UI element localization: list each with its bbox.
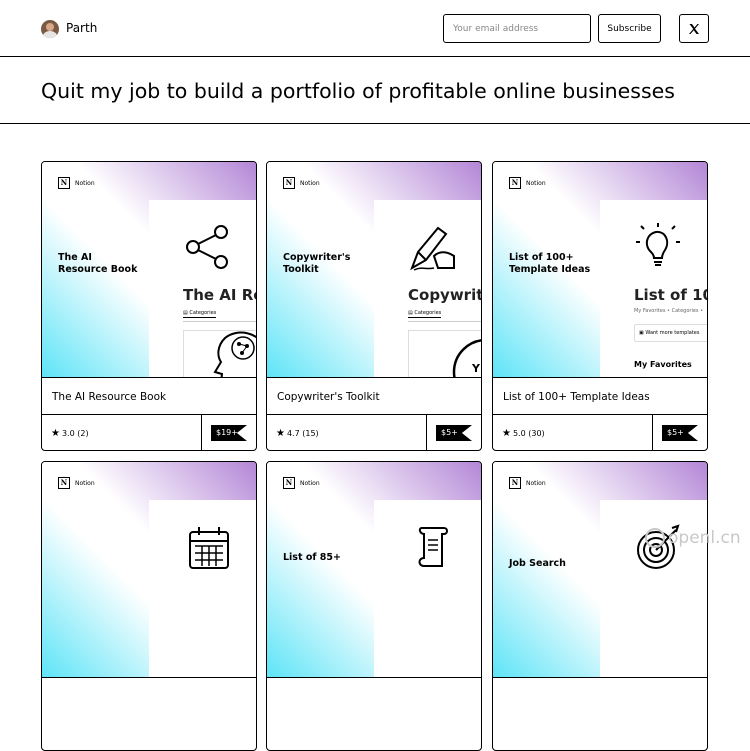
thumbnail-heading: List of 100+ Template Ideas bbox=[509, 252, 591, 275]
rating: ★ 3.0 (2) bbox=[51, 428, 89, 439]
doc-preview: List of 100+ My Favorites • Categories •… bbox=[600, 200, 707, 377]
doc-title: Copywrit bbox=[408, 286, 481, 304]
doc-tab-label: Categories bbox=[414, 310, 442, 316]
doc-preview: The AI Reso ▤ Categories bbox=[149, 200, 256, 377]
notion-brand: N Notion bbox=[58, 477, 95, 489]
typewriter-circle-icon: Y bbox=[452, 339, 481, 377]
price-tag: $5+ bbox=[436, 425, 472, 441]
product-card-template-ideas[interactable]: N Notion List of 100+ Template Ideas List… bbox=[492, 161, 708, 451]
price-box: $5+ bbox=[426, 415, 481, 450]
brand-label: Notion bbox=[526, 179, 546, 187]
creator-name[interactable]: Parth bbox=[66, 21, 97, 35]
price-box: $5+ bbox=[652, 415, 707, 450]
doc-preview bbox=[600, 500, 707, 677]
brand-label: Notion bbox=[526, 479, 546, 487]
doc-subheading: My Favorites bbox=[634, 360, 692, 369]
doc-preview bbox=[149, 500, 256, 677]
product-name[interactable]: Copywriter's Toolkit bbox=[277, 391, 380, 403]
doc-title: The AI Reso bbox=[183, 286, 256, 304]
notion-brand: N Notion bbox=[509, 477, 546, 489]
notion-logo-icon: N bbox=[58, 177, 70, 189]
brain-head-icon bbox=[213, 331, 256, 377]
price-box: $19+ bbox=[201, 415, 256, 450]
rating-value: 5.0 (30) bbox=[512, 429, 545, 438]
notion-logo-icon: N bbox=[509, 177, 521, 189]
price-tag: $19+ bbox=[211, 425, 247, 441]
star-icon: ★ bbox=[51, 428, 60, 439]
rating: ★ 5.0 (30) bbox=[502, 428, 545, 439]
doc-categories-tab: ▤ Categories bbox=[183, 310, 217, 318]
product-name-row[interactable]: The AI Resource Book bbox=[42, 378, 256, 415]
thumbnail-heading: Copywriter's Toolkit bbox=[283, 252, 351, 275]
rating-value: 4.7 (15) bbox=[286, 429, 319, 438]
product-thumbnail[interactable]: N Notion List of 85+ bbox=[267, 462, 481, 678]
site-header: Parth Subscribe bbox=[0, 0, 750, 57]
avatar[interactable] bbox=[41, 20, 59, 38]
scroll-icon bbox=[418, 527, 448, 567]
product-thumbnail[interactable]: N Notion The AI Resource Book The AI Reso… bbox=[42, 162, 256, 378]
rating-value: 3.0 (2) bbox=[61, 429, 89, 438]
star-icon: ★ bbox=[502, 428, 511, 439]
pen-signing-icon bbox=[410, 226, 455, 271]
thumbnail-heading: The AI Resource Book bbox=[58, 252, 138, 275]
notion-logo-icon: N bbox=[58, 477, 70, 489]
page-title: Quit my job to build a portfolio of prof… bbox=[41, 79, 675, 103]
notion-brand: N Notion bbox=[58, 177, 95, 189]
thumbnail-heading: List of 85+ bbox=[283, 552, 341, 563]
product-thumbnail[interactable]: N Notion Copywriter's Toolkit Copywrit ▤ … bbox=[267, 162, 481, 378]
product-name[interactable]: List of 100+ Template Ideas bbox=[503, 391, 650, 403]
product-card[interactable]: N Notion Job Search bbox=[492, 461, 708, 751]
price-tag: $5+ bbox=[662, 425, 698, 441]
lightbulb-icon bbox=[636, 223, 680, 266]
product-card[interactable]: N Notion List of 85+ bbox=[266, 461, 482, 751]
product-thumbnail[interactable]: N Notion bbox=[42, 462, 256, 678]
watermark: openl.cn bbox=[645, 528, 741, 548]
divider bbox=[408, 321, 481, 322]
brand-label: Notion bbox=[300, 479, 320, 487]
watermark-logo-icon bbox=[645, 528, 665, 548]
x-logo-icon bbox=[689, 23, 699, 34]
doc-title: List of 100+ bbox=[634, 286, 707, 304]
doc-preview: Copywrit ▤ Categories Y bbox=[374, 200, 481, 377]
chip-label: Want more templates bbox=[645, 330, 700, 336]
product-thumbnail[interactable]: N Notion List of 100+ Template Ideas List… bbox=[493, 162, 707, 378]
subscribe-button[interactable]: Subscribe bbox=[598, 14, 661, 43]
doc-tab-label: Categories bbox=[189, 310, 217, 316]
notion-logo-icon: N bbox=[509, 477, 521, 489]
doc-categories-tab: ▤ Categories bbox=[408, 310, 442, 318]
doc-preview bbox=[374, 500, 481, 677]
product-card-ai-resource-book[interactable]: N Notion The AI Resource Book The AI Reso… bbox=[41, 161, 257, 451]
star-icon: ★ bbox=[276, 428, 285, 439]
notion-logo-icon: N bbox=[283, 477, 295, 489]
product-card[interactable]: N Notion bbox=[41, 461, 257, 751]
product-name-row[interactable]: Copywriter's Toolkit bbox=[267, 378, 481, 415]
divider bbox=[183, 321, 256, 322]
notion-brand: N Notion bbox=[283, 477, 320, 489]
brand-label: Notion bbox=[75, 179, 95, 187]
product-name-row[interactable]: List of 100+ Template Ideas bbox=[493, 378, 707, 415]
brand-label: Notion bbox=[300, 179, 320, 187]
product-name[interactable]: The AI Resource Book bbox=[52, 391, 166, 403]
calendar-icon bbox=[189, 527, 229, 569]
svg-text:Y: Y bbox=[471, 362, 481, 375]
product-thumbnail[interactable]: N Notion Job Search bbox=[493, 462, 707, 678]
doc-meta: My Favorites • Categories • bbox=[634, 308, 704, 314]
share-nodes-icon bbox=[186, 225, 228, 269]
doc-chip: ▣ Want more templates bbox=[634, 324, 707, 342]
product-card-copywriters-toolkit[interactable]: N Notion Copywriter's Toolkit Copywrit ▤ … bbox=[266, 161, 482, 451]
rating: ★ 4.7 (15) bbox=[276, 428, 319, 439]
brand-label: Notion bbox=[75, 479, 95, 487]
x-twitter-button[interactable] bbox=[679, 14, 709, 43]
notion-logo-icon: N bbox=[283, 177, 295, 189]
notion-brand: N Notion bbox=[509, 177, 546, 189]
notion-brand: N Notion bbox=[283, 177, 320, 189]
email-input[interactable] bbox=[443, 14, 591, 43]
thumbnail-heading: Job Search bbox=[509, 558, 566, 569]
watermark-text: openl.cn bbox=[668, 528, 741, 548]
